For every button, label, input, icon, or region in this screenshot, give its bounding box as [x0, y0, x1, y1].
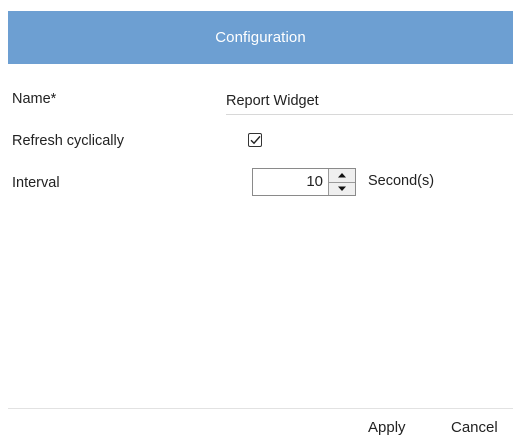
- stepper-buttons: [328, 169, 355, 195]
- interval-increment-button[interactable]: [329, 169, 355, 183]
- interval-decrement-button[interactable]: [329, 182, 355, 195]
- caret-down-icon: [338, 186, 346, 191]
- cancel-button[interactable]: Cancel: [451, 419, 498, 436]
- configuration-dialog: Configuration Name* Report Widget Refres…: [0, 0, 513, 441]
- interval-input[interactable]: 10: [253, 169, 328, 195]
- interval-unit-label: Second(s): [368, 173, 435, 189]
- caret-up-icon: [338, 173, 346, 178]
- name-label: Name*: [12, 91, 57, 107]
- dialog-header: Configuration: [8, 11, 513, 64]
- refresh-cyclically-label: Refresh cyclically: [12, 133, 124, 149]
- checkmark-icon: [250, 135, 261, 145]
- interval-stepper: 10: [252, 168, 356, 196]
- footer-divider: [8, 408, 513, 409]
- name-field[interactable]: Report Widget: [226, 88, 513, 115]
- refresh-cyclically-checkbox[interactable]: [248, 133, 262, 147]
- dialog-title: Configuration: [215, 29, 306, 46]
- apply-button[interactable]: Apply: [368, 419, 406, 436]
- interval-label: Interval: [12, 175, 60, 191]
